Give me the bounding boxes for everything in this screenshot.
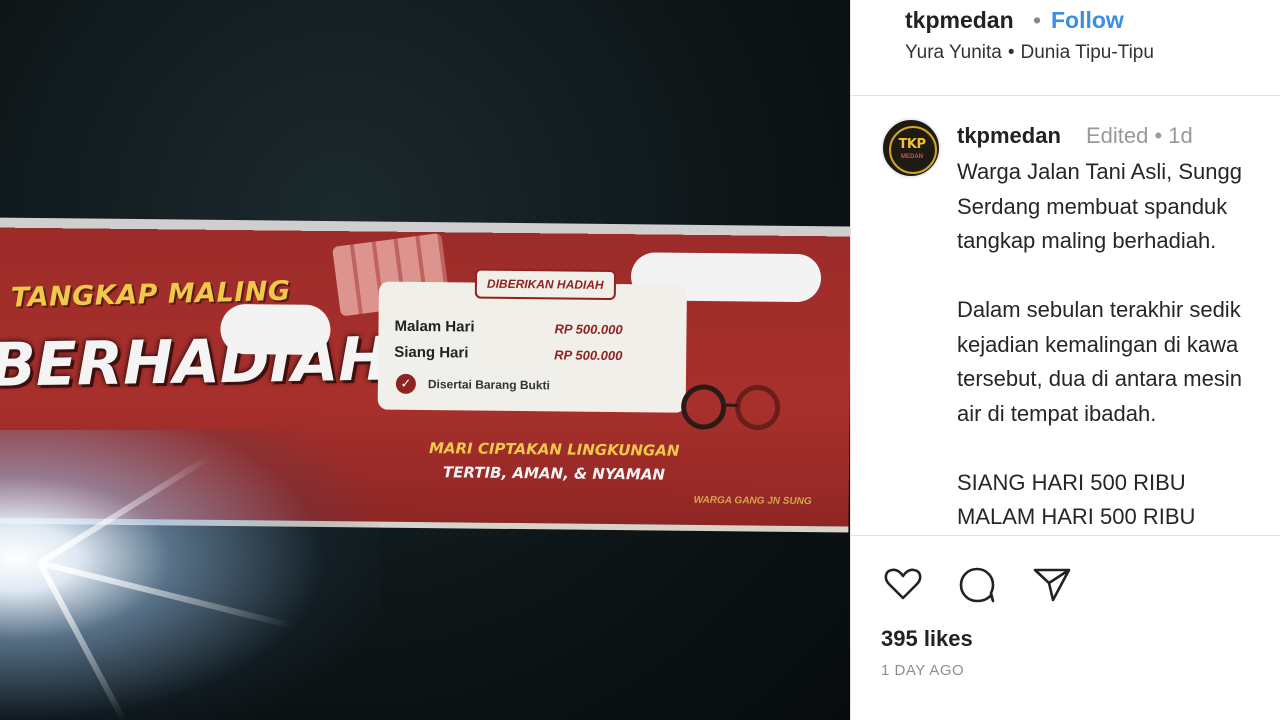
caption-username[interactable]: tkpmedan	[957, 123, 1061, 149]
banner-row-value: RP 500.000	[554, 347, 623, 364]
check-icon: ✓	[395, 373, 417, 394]
audio-separator: •	[1007, 42, 1015, 63]
audio-title[interactable]: Dunia Tipu-Tipu	[1021, 42, 1154, 63]
banner-row-label: Siang Hari	[394, 343, 469, 362]
header-divider	[851, 95, 1280, 96]
caption-line: Serdang membuat spanduk	[957, 193, 1228, 219]
banner-row-value: RP 500.000	[554, 321, 623, 338]
banner-footer: WARGA GANG JN SUNG	[693, 494, 812, 508]
caption-line: MALAM HARI 500 RIBU	[957, 504, 1196, 529]
likes-count[interactable]: 395 likes	[881, 626, 973, 652]
header-separator: •	[1033, 7, 1042, 33]
banner-card-header: DIBERIKAN HADIAH	[474, 268, 616, 301]
post-side-panel: tkpmedan • Follow Yura Yunita • Dunia Tipu…	[850, 0, 1280, 720]
header-audio-info[interactable]: Yura Yunita • Dunia Tipu-Tipu	[905, 42, 1154, 64]
banner-cloud	[220, 303, 331, 356]
caption-line: tersebut, dua di antara mesin	[957, 366, 1242, 391]
follow-button[interactable]: Follow	[1051, 7, 1124, 34]
caption-line: SIANG HARI 500 RIBU	[957, 469, 1186, 495]
avatar[interactable]: TKP MEDAN	[881, 118, 941, 178]
post-time-ago: 1 DAY AGO	[881, 662, 965, 679]
post-image[interactable]: TANGKAP MALING BERHADIAH DIBERIKAN HADIA…	[0, 0, 850, 720]
comment-icon[interactable]	[955, 562, 999, 606]
avatar-logo-sub: MEDAN	[901, 154, 923, 160]
banner-slogan-line2: TERTIB, AMAN, & NYAMAN	[442, 463, 666, 484]
caption-line: Warga Jalan Tani Asli, Sungg	[957, 159, 1242, 184]
header-username[interactable]: tkpmedan	[905, 7, 1014, 34]
caption-line: kejadian kemalingan di kawa	[957, 331, 1239, 357]
action-bar	[881, 562, 1101, 606]
audio-artist[interactable]: Yura Yunita	[905, 42, 1002, 63]
banner-row-label: Malam Hari	[394, 317, 475, 336]
caption-line: Dalam sebulan terakhir sedik	[957, 297, 1241, 322]
handcuffs-icon	[681, 384, 781, 431]
avatar-logo: TKP	[898, 137, 926, 152]
caption-meta: Edited • 1d	[1086, 123, 1193, 148]
banner-slogan: MARI CIPTAKAN LINGKUNGAN TERTIB, AMAN, &…	[419, 436, 689, 487]
caption-text: Warga Jalan Tani Asli, Sungg Serdang mem…	[957, 155, 1280, 535]
banner-prize-card: DIBERIKAN HADIAH Malam Hari RP 500.000 S…	[377, 268, 687, 413]
banner-card-note: Disertai Barang Bukti	[427, 377, 551, 393]
caption-line: air di tempat ibadah.	[957, 400, 1157, 426]
banner-headline-main: BERHADIAH	[0, 324, 390, 401]
banner-slogan-line1: MARI CIPTAKAN LINGKUNGAN	[428, 439, 680, 460]
share-icon[interactable]	[1029, 562, 1073, 606]
flash-glare	[0, 430, 380, 720]
caption-divider	[851, 535, 1280, 536]
caption-line: tangkap maling berhadiah.	[957, 228, 1217, 253]
heart-icon[interactable]	[881, 562, 925, 606]
